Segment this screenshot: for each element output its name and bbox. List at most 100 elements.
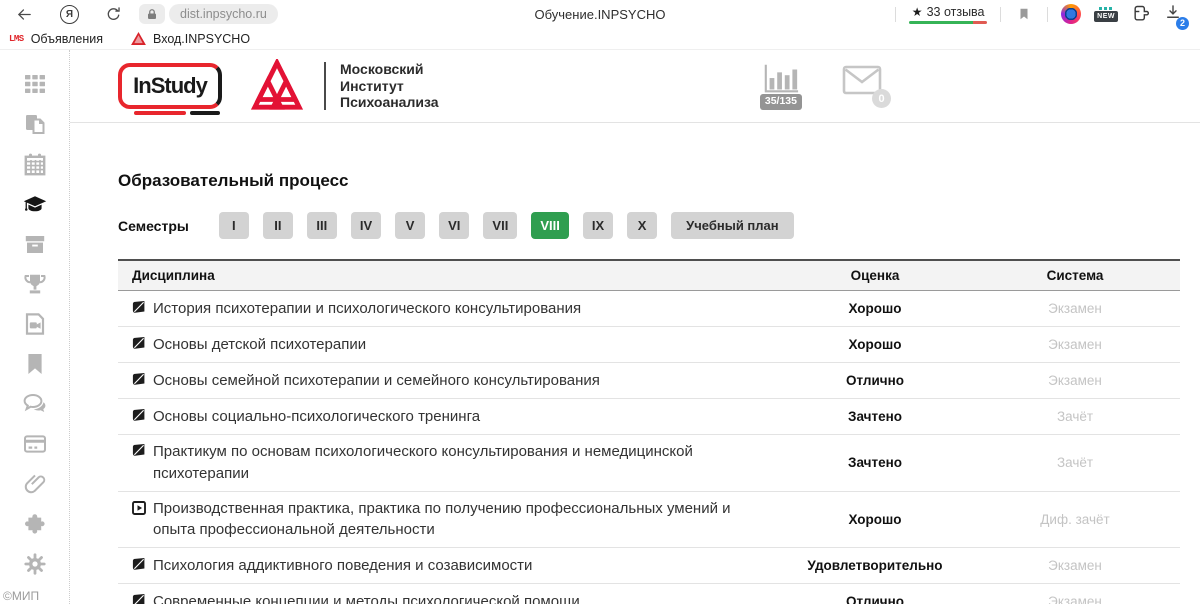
instudy-logo[interactable]: InStudy [118, 63, 222, 109]
sidebar-item-bookmarks[interactable] [22, 354, 48, 378]
bookmark-item-login[interactable]: Вход.INPSYCHO [131, 32, 250, 46]
bookmark-flag-icon[interactable] [1014, 4, 1034, 24]
sidebar-item-archive[interactable] [22, 234, 48, 258]
grade-cell: Зачтено [780, 409, 970, 424]
table-row[interactable]: Практикум по основам психологического ко… [118, 435, 1180, 492]
table-row[interactable]: Основы социально-психологического тренин… [118, 399, 1180, 435]
education-page: Образовательный процесс Семестры IIIIIII… [70, 123, 1200, 604]
semester-button-IX[interactable]: IX [583, 212, 613, 239]
sidebar-item-services[interactable] [22, 514, 48, 538]
site-reviews-button[interactable]: ★33 отзыва [909, 5, 987, 24]
discipline-cell: Основы социально-психологического тренин… [118, 400, 780, 434]
ssl-lock-icon[interactable] [139, 4, 165, 24]
sidebar-item-achievements[interactable] [22, 274, 48, 298]
divider [1047, 7, 1048, 22]
page-tab-title: Обучение.INPSYCHO [535, 7, 666, 22]
semester-button-I[interactable]: I [219, 212, 249, 239]
sidebar-item-attachments[interactable] [22, 474, 48, 498]
discipline-cell: История психотерапии и психологического … [118, 292, 780, 326]
semester-button-VI[interactable]: VI [439, 212, 469, 239]
institute-name: Московский Институт Психоанализа [340, 61, 439, 111]
disciplines-table: Дисциплина Оценка Система История психот… [118, 259, 1180, 604]
sidebar-item-payments[interactable] [22, 434, 48, 458]
rating-bar [909, 21, 987, 24]
sidebar-item-education[interactable] [22, 194, 48, 218]
table-row[interactable]: Производственная практика, практика по п… [118, 492, 1180, 549]
semester-button-II[interactable]: II [263, 212, 293, 239]
column-header-system: Система [970, 268, 1180, 283]
downloads-icon[interactable]: 2 [1164, 3, 1182, 26]
mail-icon[interactable]: 0 [842, 65, 882, 100]
semester-button-VIII[interactable]: VIII [531, 212, 569, 239]
system-cell: Зачёт [970, 409, 1180, 424]
semester-buttons: IIIIIIIVVVIVIIVIIIIXXУчебный план [219, 212, 794, 239]
card-icon [23, 432, 47, 461]
progress-stats-icon[interactable]: 35/135 [760, 62, 802, 110]
column-header-grade: Оценка [780, 268, 970, 283]
sidebar-item-dashboard[interactable] [22, 74, 48, 98]
table-row[interactable]: Основы семейной психотерапии и семейного… [118, 363, 1180, 399]
institute-line: Московский [340, 61, 439, 78]
semesters-row: Семестры IIIIIIIVVVIVIIVIIIIXXУчебный пл… [118, 212, 1180, 239]
gradcap-icon [23, 192, 47, 221]
sidebar-item-schedule[interactable] [22, 154, 48, 178]
semester-button-X[interactable]: X [627, 212, 657, 239]
refresh-icon[interactable] [103, 4, 123, 24]
divider [895, 7, 896, 22]
curriculum-plan-button[interactable]: Учебный план [671, 212, 793, 239]
sidebar-item-messages[interactable] [22, 394, 48, 418]
grade-cell: Удовлетворительно [780, 558, 970, 573]
discipline-name: Производственная практика, практика по п… [153, 498, 770, 542]
grade-cell: Зачтено [780, 455, 970, 470]
sidebar-item-video-materials[interactable] [22, 314, 48, 338]
sidebar-item-settings[interactable] [22, 554, 48, 578]
discipline-cell: Практикум по основам психологического ко… [118, 435, 780, 491]
address-bar[interactable]: dist.inpsycho.ru [169, 4, 278, 24]
book-icon [132, 373, 146, 387]
table-row[interactable]: Современные концепции и методы психологи… [118, 584, 1180, 604]
bookmarks-bar: LMS Объявления Вход.INPSYCHO [0, 28, 1200, 50]
discipline-cell: Психология аддиктивного поведения и соза… [118, 549, 780, 583]
sidebar-item-documents[interactable] [22, 114, 48, 138]
new-extension-icon[interactable]: NEW [1094, 7, 1118, 22]
semester-button-IV[interactable]: IV [351, 212, 381, 239]
puzzle-icon [23, 512, 47, 541]
browser-toolbar: Я dist.inpsycho.ru Обучение.INPSYCHO ★33… [0, 0, 1200, 28]
book-icon [132, 409, 146, 423]
discipline-cell: Современные концепции и методы психологи… [118, 585, 780, 604]
bookmark-item-announcements[interactable]: LMS Объявления [9, 32, 103, 46]
back-icon[interactable] [14, 4, 34, 24]
table-row[interactable]: Психология аддиктивного поведения и соза… [118, 548, 1180, 584]
discipline-name: Основы семейной психотерапии и семейного… [153, 370, 600, 392]
bookmark-icon [23, 352, 47, 381]
book-icon [132, 301, 146, 315]
page-title: Образовательный процесс [118, 171, 1180, 191]
semester-button-VII[interactable]: VII [483, 212, 517, 239]
book-icon [132, 444, 146, 458]
institute-triangle-logo[interactable] [248, 59, 306, 113]
browser-window: Я dist.inpsycho.ru Обучение.INPSYCHO ★33… [0, 0, 1200, 604]
table-row[interactable]: Основы детской психотерапииХорошоЭкзамен [118, 327, 1180, 363]
header-icons: 35/135 0 [760, 62, 882, 110]
sidebar: ©МИП [0, 50, 70, 604]
semester-button-III[interactable]: III [307, 212, 337, 239]
grade-cell: Хорошо [780, 512, 970, 527]
discipline-name: Психология аддиктивного поведения и соза… [153, 555, 532, 577]
video-icon [23, 312, 47, 341]
discipline-cell: Производственная практика, практика по п… [118, 492, 780, 548]
discipline-cell: Основы детской психотерапии [118, 328, 780, 362]
semester-button-V[interactable]: V [395, 212, 425, 239]
grade-cell: Отлично [780, 373, 970, 388]
grade-cell: Хорошо [780, 301, 970, 316]
extension-color-wheel-icon[interactable] [1061, 4, 1081, 24]
browser-profile-button[interactable]: Я [60, 5, 79, 24]
column-header-discipline: Дисциплина [118, 268, 780, 283]
copyright-label: ©МИП [3, 589, 39, 603]
system-cell: Диф. зачёт [970, 512, 1180, 527]
glove-icon[interactable] [1131, 4, 1151, 24]
table-row[interactable]: История психотерапии и психологического … [118, 291, 1180, 327]
mail-badge: 0 [872, 89, 891, 108]
system-cell: Зачёт [970, 455, 1180, 470]
discipline-name: Основы детской психотерапии [153, 334, 366, 356]
discipline-name: История психотерапии и психологического … [153, 298, 581, 320]
